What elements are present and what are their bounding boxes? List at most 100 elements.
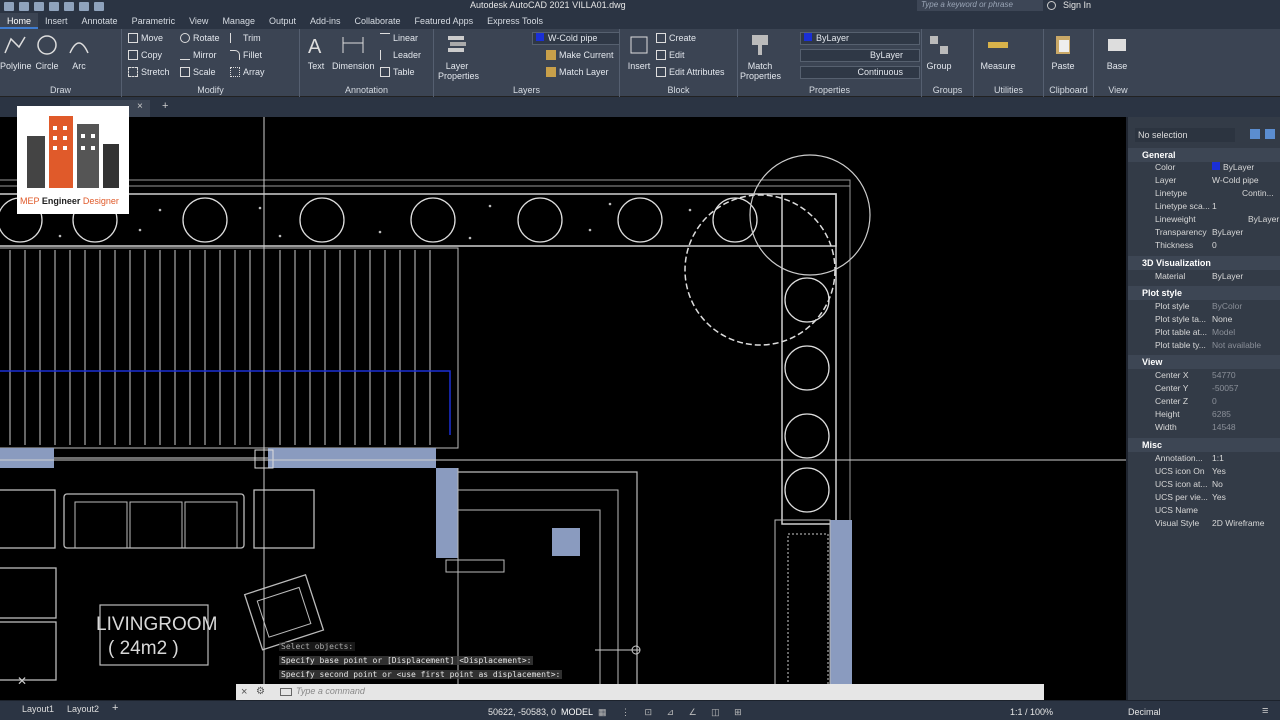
linetype-dropdown[interactable]: Continuous (800, 66, 920, 79)
select-objects-icon[interactable] (1265, 129, 1275, 139)
block-panel-title[interactable]: Block (620, 85, 737, 95)
command-input[interactable]: Type a command (296, 686, 365, 696)
draw-panel-title[interactable]: Draw (0, 85, 121, 95)
measure-button[interactable]: Measure (978, 33, 1018, 71)
prop-row[interactable]: Color ByLayer (1128, 162, 1280, 175)
array-button[interactable]: Array (230, 67, 265, 77)
prop-row[interactable]: Plot table ty... Not available (1128, 340, 1280, 353)
prop-row[interactable]: Material ByLayer (1128, 271, 1280, 284)
tab-add-ins[interactable]: Add-ins (303, 13, 348, 29)
close-command-icon[interactable]: × (241, 686, 247, 698)
add-layout-icon[interactable]: + (112, 702, 118, 714)
tab-layout2[interactable]: Layout2 (67, 704, 99, 714)
color-dropdown[interactable]: ByLayer (800, 32, 920, 45)
move-button[interactable]: Move (128, 33, 163, 43)
new-tab-icon[interactable]: + (162, 100, 168, 112)
prop-row[interactable]: Lineweight ByLayer (1128, 214, 1280, 227)
prop-row[interactable]: UCS Name (1128, 505, 1280, 518)
lineweight-dropdown[interactable]: ByLayer (800, 49, 920, 62)
prop-row[interactable]: Linetype sca... 1 (1128, 201, 1280, 214)
prop-row[interactable]: Plot style ByColor (1128, 301, 1280, 314)
tab-layout1[interactable]: Layout1 (22, 704, 54, 714)
match-properties-button[interactable]: Match Properties (740, 33, 781, 81)
model-space-toggle[interactable]: MODEL (561, 707, 593, 717)
section-3d-visualization[interactable]: 3D Visualization (1128, 256, 1280, 270)
layers-panel-title[interactable]: Layers (434, 85, 619, 95)
section-general[interactable]: General (1128, 148, 1280, 162)
drafting-settings-icons[interactable]: ▦ ⋮ ⊡ ⊿ ∠ ◫ ⊞ (598, 707, 748, 718)
utilities-panel-title[interactable]: Utilities (974, 85, 1043, 95)
save-icon[interactable] (34, 2, 44, 11)
annotation-panel-title[interactable]: Annotation (300, 85, 433, 95)
view-panel-title[interactable]: View (1094, 85, 1142, 95)
prop-row[interactable]: UCS icon at... No (1128, 479, 1280, 492)
command-line[interactable]: × ⚙ Type a command (236, 684, 1044, 700)
prop-row[interactable]: Transparency ByLayer (1128, 227, 1280, 240)
sign-in-button[interactable]: Sign In (1063, 0, 1091, 10)
tab-insert[interactable]: Insert (38, 13, 75, 29)
modify-panel-title[interactable]: Modify (122, 85, 299, 95)
tab-manage[interactable]: Manage (215, 13, 262, 29)
save-as-icon[interactable] (49, 2, 59, 11)
copy-button[interactable]: Copy (128, 50, 162, 60)
annotation-scale[interactable]: 1:1 / 100% (1010, 707, 1053, 717)
new-icon[interactable] (4, 2, 14, 11)
linear-button[interactable]: Linear (380, 33, 418, 43)
edit-attributes-button[interactable]: Edit Attributes (656, 67, 725, 77)
prop-row[interactable]: Center Z0 (1128, 396, 1280, 409)
undo-icon[interactable] (79, 2, 89, 11)
selection-dropdown[interactable]: No selection (1135, 128, 1235, 142)
prop-row[interactable]: Height 6285 (1128, 409, 1280, 422)
mirror-button[interactable]: Mirror (180, 50, 217, 60)
paste-button[interactable]: Paste (1048, 33, 1078, 71)
section-view[interactable]: View (1128, 355, 1280, 369)
tab-featured-apps[interactable]: Featured Apps (408, 13, 481, 29)
table-button[interactable]: Table (380, 67, 415, 77)
make-current-button[interactable]: Make Current (546, 50, 614, 60)
tab-home[interactable]: Home (0, 13, 39, 29)
print-icon[interactable] (64, 2, 74, 11)
cursor-coordinates[interactable]: 50622, -50583, 0 (488, 707, 556, 717)
fillet-button[interactable]: Fillet (230, 50, 262, 60)
menu-icon[interactable]: ≡ (1262, 705, 1268, 717)
prop-row[interactable]: Center X 54770 (1128, 370, 1280, 383)
tab-collaborate[interactable]: Collaborate (348, 13, 408, 29)
circle-button[interactable]: Circle (33, 33, 61, 71)
prop-row[interactable]: Linetype Contin... (1128, 188, 1280, 201)
quick-select-icon[interactable] (1250, 129, 1260, 139)
base-button[interactable]: Base (1102, 33, 1132, 71)
clipboard-panel-title[interactable]: Clipboard (1044, 85, 1093, 95)
search-input[interactable]: Type a keyword or phrase (917, 0, 1043, 11)
prop-row[interactable]: Visual Style 2D Wireframe (1128, 518, 1280, 531)
redo-icon[interactable] (94, 2, 104, 11)
stretch-button[interactable]: Stretch (128, 67, 170, 77)
trim-button[interactable]: Trim (230, 33, 261, 43)
prop-row[interactable]: Layer W-Cold pipe (1128, 175, 1280, 188)
tab-express-tools[interactable]: Express Tools (480, 13, 550, 29)
tab-annotate[interactable]: Annotate (75, 13, 125, 29)
dimension-button[interactable]: Dimension (332, 33, 375, 71)
prop-row[interactable]: Annotation... 1:1 (1128, 453, 1280, 466)
tab-output[interactable]: Output (262, 13, 303, 29)
properties-panel-title[interactable]: Properties (738, 85, 921, 95)
match-layer-button[interactable]: Match Layer (546, 67, 609, 77)
units-dropdown[interactable]: Decimal (1128, 707, 1161, 717)
open-icon[interactable] (19, 2, 29, 11)
layer-dropdown[interactable]: W-Cold pipe (532, 32, 620, 45)
tab-view[interactable]: View (182, 13, 215, 29)
layer-properties-button[interactable]: Layer Properties (438, 33, 479, 81)
prop-row[interactable]: Center Y -50057 (1128, 383, 1280, 396)
leader-button[interactable]: Leader (380, 50, 421, 60)
prop-row[interactable]: Plot style ta... None (1128, 314, 1280, 327)
arc-button[interactable]: Arc (66, 33, 92, 71)
group-button[interactable]: Group (924, 33, 954, 71)
close-tab-icon[interactable]: × (137, 101, 143, 112)
prop-row[interactable]: UCS icon On Yes (1128, 466, 1280, 479)
text-button[interactable]: A Text (303, 33, 329, 71)
search-icon[interactable] (1047, 1, 1056, 10)
groups-panel-title[interactable]: Groups (922, 85, 973, 95)
drawing-canvas[interactable]: LIVINGROOM ( 24m2 ) Select objects: Spec… (0, 117, 1126, 700)
rotate-button[interactable]: Rotate (180, 33, 220, 43)
prop-row[interactable]: Thickness 0 (1128, 240, 1280, 253)
prop-row[interactable]: Width 14548 (1128, 422, 1280, 435)
